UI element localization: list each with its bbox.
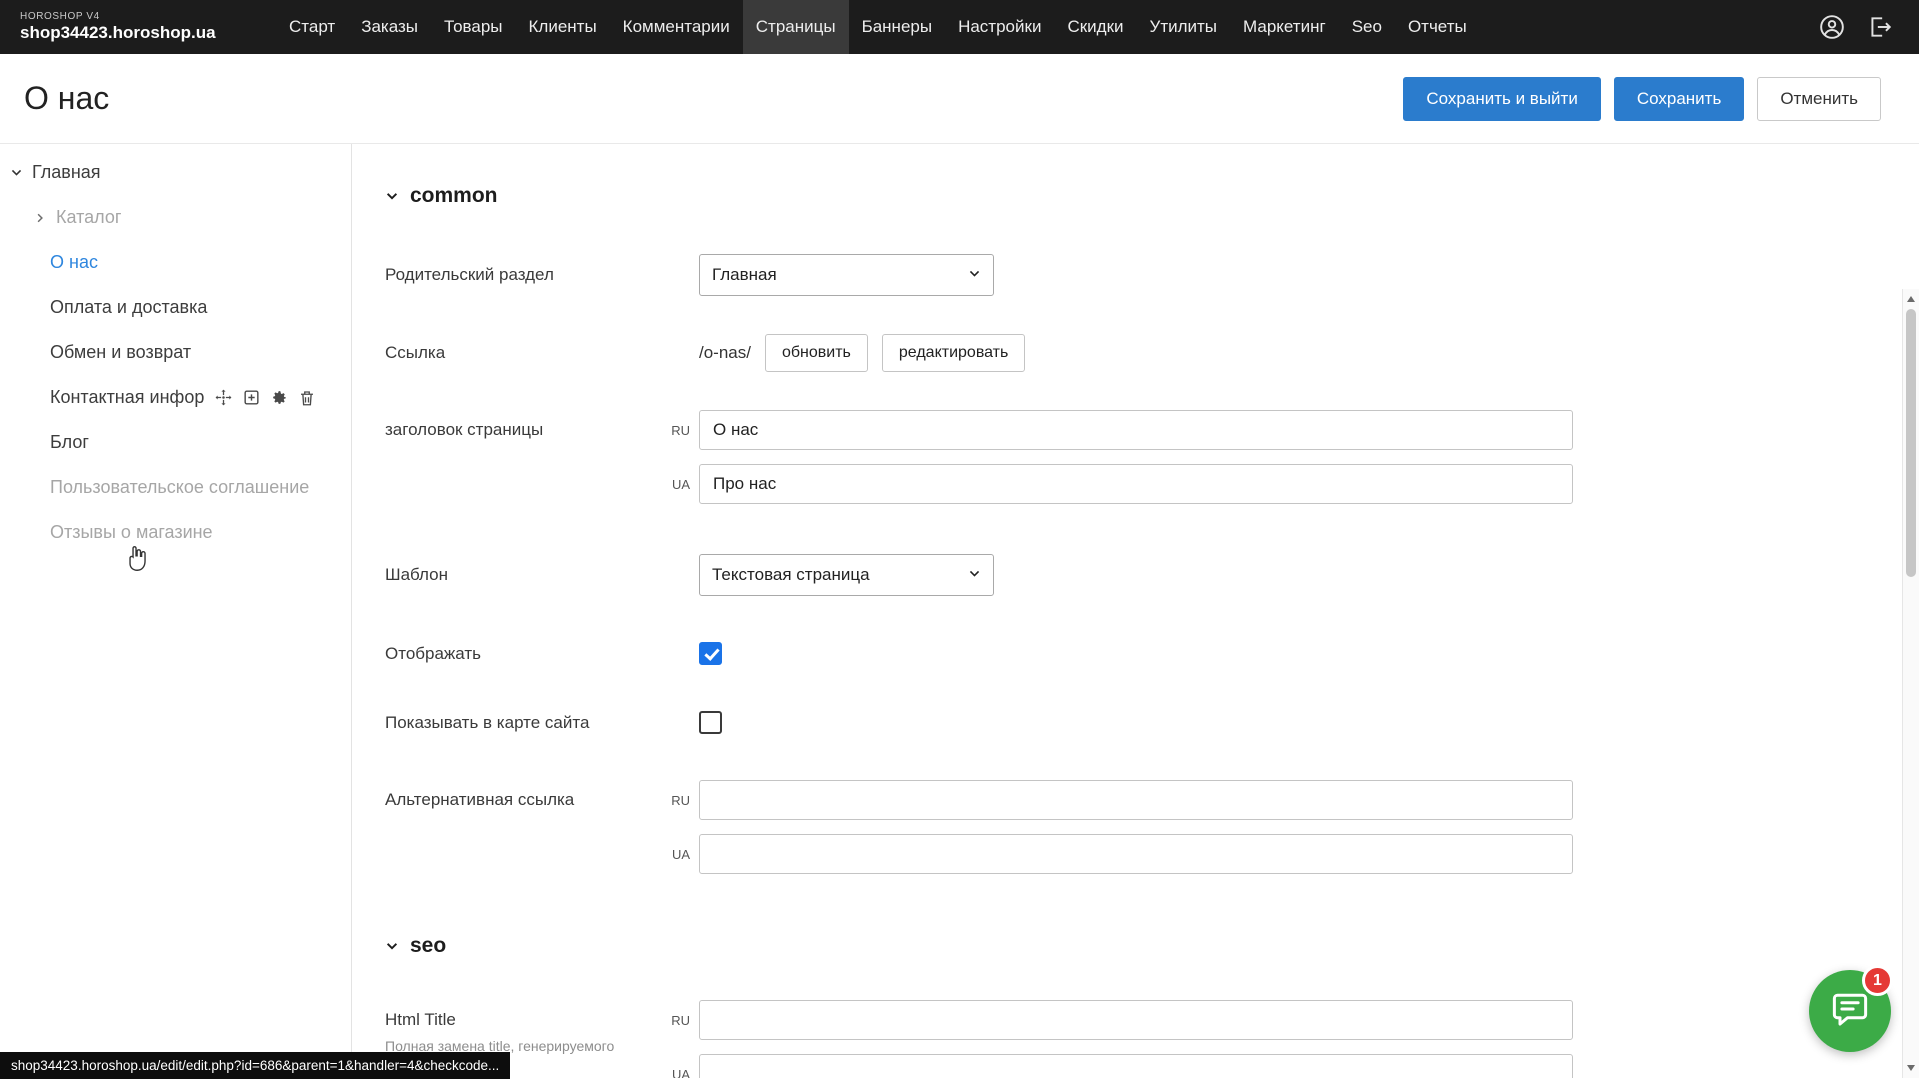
menu-item-products[interactable]: Товары: [431, 0, 515, 54]
chevron-right-icon[interactable]: [32, 210, 48, 226]
tree-item-blog[interactable]: Блог: [0, 420, 351, 465]
menu-item-banners[interactable]: Баннеры: [849, 0, 946, 54]
tree-item-label: Контактная инфор: [50, 387, 204, 408]
menu-item-comments[interactable]: Комментарии: [610, 0, 743, 54]
section-seo-title: seo: [410, 934, 446, 958]
parent-section-value: Главная: [712, 265, 777, 285]
menu-item-seo[interactable]: Seo: [1339, 0, 1395, 54]
chat-unread-badge: 1: [1862, 965, 1893, 996]
tree-item-label: О нас: [50, 252, 98, 273]
settings-gear-icon[interactable]: [270, 388, 289, 407]
menu-item-orders[interactable]: Заказы: [348, 0, 431, 54]
select-caret-icon: [968, 265, 981, 285]
save-button[interactable]: Сохранить: [1614, 77, 1744, 121]
parent-section-select[interactable]: Главная: [699, 254, 994, 296]
vertical-scrollbar[interactable]: [1902, 289, 1919, 1078]
menu-item-settings[interactable]: Настройки: [945, 0, 1054, 54]
lang-tag-ru: RU: [665, 793, 699, 808]
brand-domain: shop34423.horoshop.ua: [20, 23, 230, 43]
menu-item-marketing[interactable]: Маркетинг: [1230, 0, 1339, 54]
lang-tag-ru: RU: [665, 1013, 699, 1028]
chat-launcher-button[interactable]: 1: [1809, 970, 1891, 1052]
lang-tag-ua: UA: [665, 847, 699, 862]
pages-tree-sidebar: Главная Каталог О нас Оплата и доставка …: [0, 144, 352, 1078]
content-area: Главная Каталог О нас Оплата и доставка …: [0, 144, 1919, 1078]
display-label: Отображать: [385, 644, 665, 664]
menu-item-discounts[interactable]: Скидки: [1054, 0, 1136, 54]
page-title-ru-input[interactable]: [699, 410, 1573, 450]
chevron-down-icon: [385, 189, 399, 203]
html-title-label-block: Html Title Полная замена title, генериру…: [385, 1000, 665, 1055]
sitemap-checkbox[interactable]: [699, 711, 722, 734]
scroll-down-arrow[interactable]: [1903, 1060, 1919, 1076]
section-seo-toggle[interactable]: seo: [385, 934, 1919, 958]
scroll-up-arrow[interactable]: [1903, 291, 1919, 307]
tree-item-label: Отзывы о магазине: [50, 522, 213, 543]
page-edit-form: common Родительский раздел Главная Ссылк…: [352, 144, 1919, 1078]
menu-item-clients[interactable]: Клиенты: [516, 0, 610, 54]
tree-item-payment-delivery[interactable]: Оплата и доставка: [0, 285, 351, 330]
page-header: О нас Сохранить и выйти Сохранить Отмени…: [0, 54, 1919, 144]
tree-item-label: Обмен и возврат: [50, 342, 191, 363]
tree-item-label: Оплата и доставка: [50, 297, 207, 318]
menu-item-reports[interactable]: Отчеты: [1395, 0, 1480, 54]
chevron-down-icon[interactable]: [8, 165, 24, 181]
page-title-field-label: заголовок страницы: [385, 410, 665, 440]
lang-tag-ua: UA: [665, 1067, 699, 1079]
tree-item-contact-info[interactable]: Контактная инфор: [0, 375, 351, 420]
link-path-value: /o-nas/: [699, 343, 751, 363]
page-title: О нас: [24, 80, 109, 117]
link-preview-statusbar: shop34423.horoshop.ua/edit/edit.php?id=6…: [0, 1052, 510, 1079]
tree-item-store-reviews[interactable]: Отзывы о магазине: [0, 510, 351, 555]
html-title-label: Html Title: [385, 1010, 456, 1029]
tree-item-home[interactable]: Главная: [0, 150, 351, 195]
link-edit-button[interactable]: редактировать: [882, 334, 1025, 372]
alt-link-label: Альтернативная ссылка: [385, 780, 665, 810]
template-select[interactable]: Текстовая страница: [699, 554, 994, 596]
sitemap-label: Показывать в карте сайта: [385, 713, 665, 733]
select-caret-icon: [968, 565, 981, 585]
chevron-down-icon: [385, 939, 399, 953]
alt-link-ua-input[interactable]: [699, 834, 1573, 874]
parent-section-label: Родительский раздел: [385, 265, 665, 285]
html-title-ru-input[interactable]: [699, 1000, 1573, 1040]
link-label: Ссылка: [385, 343, 665, 363]
tree-item-user-agreement[interactable]: Пользовательское соглашение: [0, 465, 351, 510]
section-common-title: common: [410, 184, 498, 208]
menu-item-start[interactable]: Старт: [276, 0, 348, 54]
brand-version: HOROSHOP V4: [20, 11, 230, 22]
section-common-toggle[interactable]: common: [385, 184, 1919, 208]
logout-icon[interactable]: [1867, 14, 1893, 40]
add-page-icon[interactable]: [242, 388, 261, 407]
main-menu: Старт Заказы Товары Клиенты Комментарии …: [276, 0, 1480, 54]
menu-item-utilities[interactable]: Утилиты: [1137, 0, 1231, 54]
tree-item-label: Пользовательское соглашение: [50, 477, 309, 498]
tree-item-label: Блог: [50, 432, 89, 453]
page-title-ua-input[interactable]: [699, 464, 1573, 504]
alt-link-ru-input[interactable]: [699, 780, 1573, 820]
user-account-icon[interactable]: [1819, 14, 1845, 40]
tree-item-exchange-return[interactable]: Обмен и возврат: [0, 330, 351, 375]
lang-tag-ua: UA: [665, 477, 699, 492]
brand[interactable]: HOROSHOP V4 shop34423.horoshop.ua: [20, 0, 230, 54]
cancel-button[interactable]: Отменить: [1757, 77, 1881, 121]
scrollbar-thumb[interactable]: [1906, 309, 1916, 577]
tree-item-label: Главная: [32, 162, 101, 183]
tree-item-about[interactable]: О нас: [0, 240, 351, 285]
lang-tag-ru: RU: [665, 423, 699, 438]
menu-item-pages[interactable]: Страницы: [743, 0, 849, 54]
save-and-exit-button[interactable]: Сохранить и выйти: [1403, 77, 1600, 121]
template-label: Шаблон: [385, 565, 665, 585]
template-value: Текстовая страница: [712, 565, 870, 585]
status-url: shop34423.horoshop.ua/edit/edit.php?id=6…: [11, 1058, 499, 1073]
link-update-button[interactable]: обновить: [765, 334, 868, 372]
display-checkbox[interactable]: [699, 642, 722, 665]
tree-item-catalog[interactable]: Каталог: [0, 195, 351, 240]
tree-item-label: Каталог: [56, 207, 121, 228]
chat-bubble-icon: [1830, 989, 1870, 1034]
topbar: HOROSHOP V4 shop34423.horoshop.ua Старт …: [0, 0, 1919, 54]
html-title-ua-input[interactable]: [699, 1054, 1573, 1078]
delete-trash-icon[interactable]: [298, 389, 316, 407]
drag-move-icon[interactable]: [214, 388, 233, 407]
